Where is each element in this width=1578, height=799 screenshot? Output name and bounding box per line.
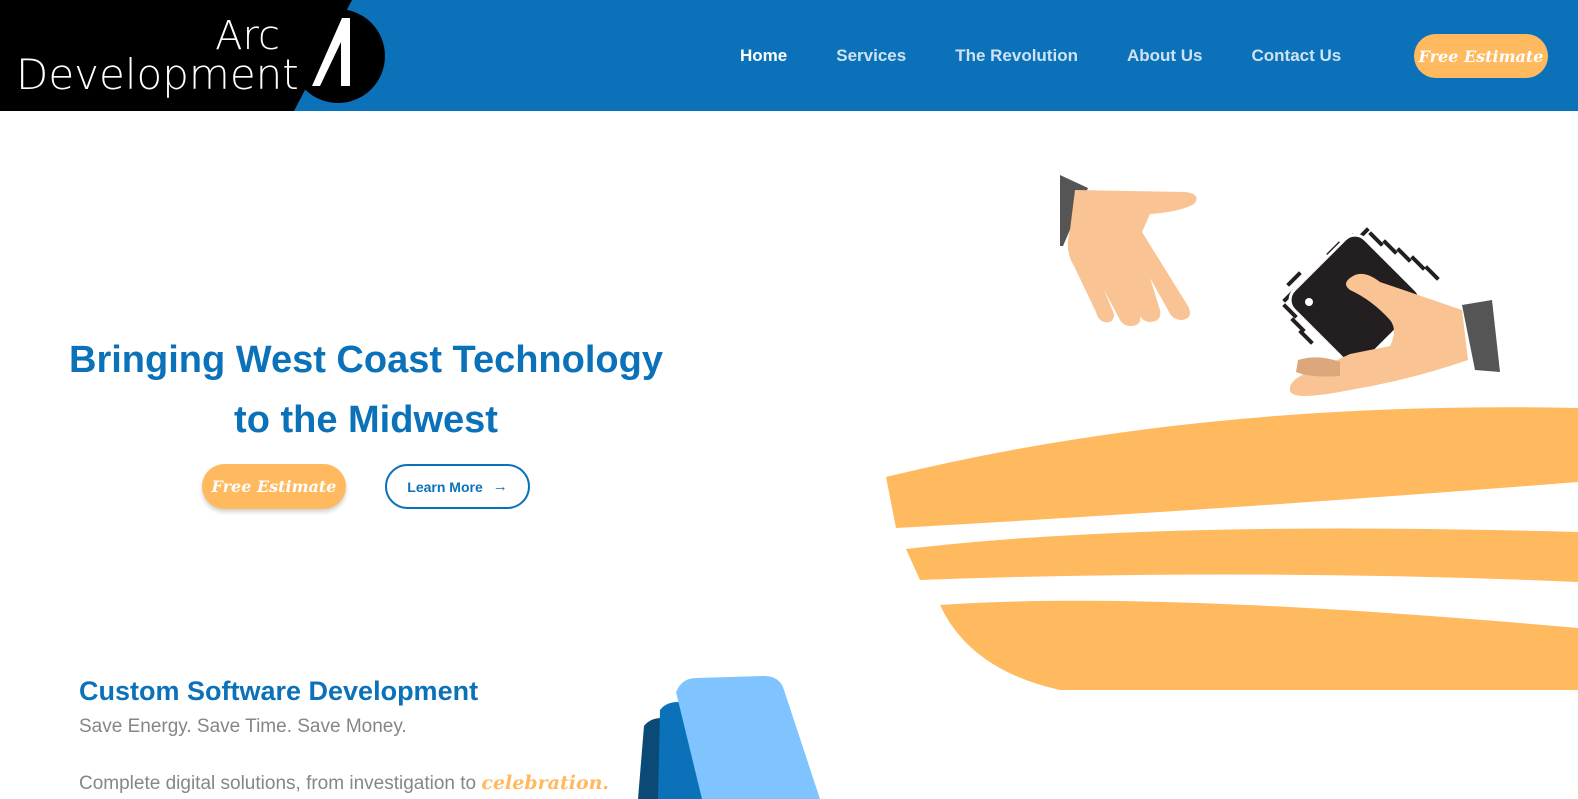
- hero-title-line2: to the Midwest: [234, 399, 498, 441]
- nav-tabs: Home Services The Revolution About Us Co…: [740, 0, 1390, 111]
- tab-about-us[interactable]: About Us: [1127, 46, 1203, 66]
- orange-swoosh-stripes: [886, 407, 1578, 690]
- tab-the-revolution[interactable]: The Revolution: [955, 46, 1078, 66]
- header-free-estimate-button[interactable]: Free Estimate: [1414, 34, 1548, 78]
- service-description: Complete digital solutions, from investi…: [79, 772, 609, 795]
- service-subtitle: Save Energy. Save Time. Save Money.: [79, 716, 407, 737]
- hero-free-estimate-button[interactable]: Free Estimate: [202, 464, 346, 509]
- tab-services[interactable]: Services: [836, 46, 906, 66]
- right-hand-illustration: [1282, 227, 1500, 396]
- logo-text-development: Development: [16, 50, 299, 99]
- hero-illustration: [886, 175, 1578, 690]
- tab-home[interactable]: Home: [740, 46, 787, 66]
- left-hand-illustration: [1060, 175, 1197, 326]
- service-description-text: Complete digital solutions, from investi…: [79, 773, 482, 794]
- arrow-right-icon: →: [492, 478, 508, 495]
- service-description-accent: celebration.: [481, 772, 610, 794]
- hero-title-line1: Bringing West Coast Technology: [69, 339, 663, 381]
- learn-more-label: Learn More: [407, 478, 483, 495]
- logo[interactable]: Arc Development: [0, 0, 390, 111]
- service-title: Custom Software Development: [79, 676, 479, 706]
- tab-contact-us[interactable]: Contact Us: [1252, 46, 1342, 66]
- learn-more-button[interactable]: Learn More →: [385, 464, 530, 509]
- hero-title: Bringing West Coast Technology to the Mi…: [40, 330, 692, 450]
- app-bar: Arc Development Home Services The Revolu…: [0, 0, 1578, 111]
- custom-software-icon: [638, 676, 820, 799]
